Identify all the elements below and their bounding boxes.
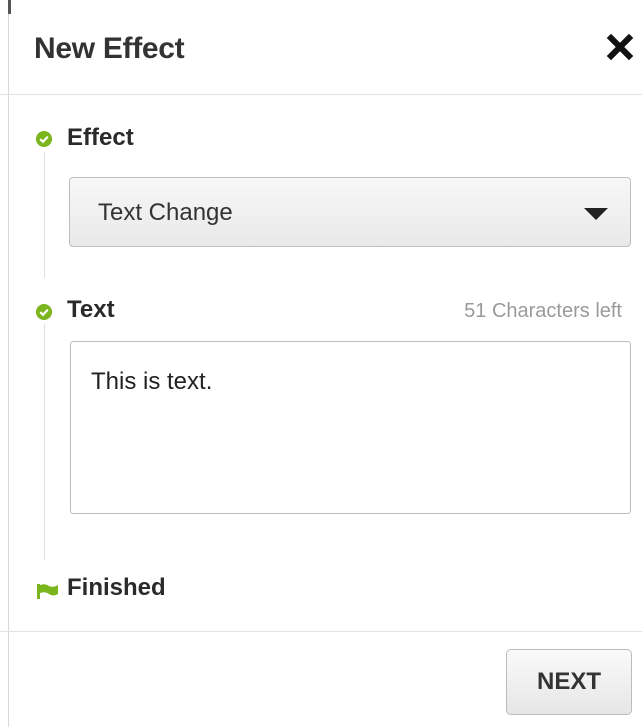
panel-header: New Effect xyxy=(0,0,642,95)
caret-down-icon xyxy=(584,208,608,220)
step-label-text: Text xyxy=(67,296,115,323)
panel-left-border xyxy=(8,0,9,727)
step-connector-line xyxy=(44,152,45,278)
characters-left-counter: 51 Characters left xyxy=(464,300,622,322)
new-effect-panel: New Effect Effect Text Change Text 51 Ch… xyxy=(0,0,642,727)
check-circle-icon xyxy=(36,131,52,147)
check-circle-icon xyxy=(36,304,52,320)
effect-select[interactable]: Text Change xyxy=(69,177,631,247)
effect-select-value: Text Change xyxy=(98,199,233,226)
effect-text-input[interactable]: This is text. xyxy=(70,341,631,514)
step-connector-line xyxy=(44,324,45,560)
next-button[interactable]: NEXT xyxy=(506,649,632,715)
flag-icon xyxy=(37,583,59,599)
footer-divider xyxy=(0,631,642,632)
panel-title: New Effect xyxy=(34,32,185,65)
step-label-effect: Effect xyxy=(67,124,134,151)
step-label-finished: Finished xyxy=(67,574,166,601)
close-icon[interactable] xyxy=(606,33,634,61)
